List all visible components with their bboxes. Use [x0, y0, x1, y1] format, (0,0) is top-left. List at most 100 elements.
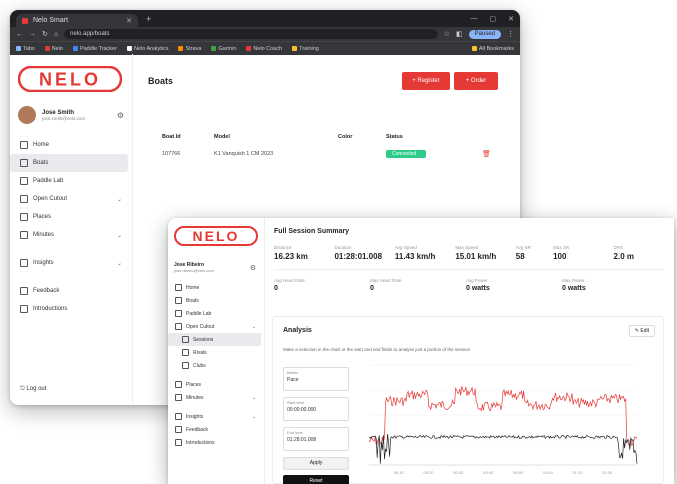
sidebar-item-label: Boats: [186, 297, 199, 304]
delete-icon[interactable]: 🗑: [482, 151, 491, 158]
extensions-icon[interactable]: ◧: [456, 30, 463, 38]
sidebar-item-introductions[interactable]: Introductions: [10, 300, 128, 318]
close-window-icon[interactable]: ✕: [508, 15, 514, 23]
edit-button[interactable]: ✎ Edit: [628, 325, 655, 337]
tab-close-icon[interactable]: ✕: [126, 17, 132, 25]
gear-icon[interactable]: ⚙: [117, 111, 124, 120]
nav-icon: [175, 284, 182, 291]
edit-button-label: Edit: [640, 328, 649, 334]
sidebar-item-sessions[interactable]: Sessions: [168, 333, 261, 346]
sidebar-item-places[interactable]: Places: [168, 378, 261, 391]
bookmark-item[interactable]: Strava: [178, 46, 201, 52]
star-icon[interactable]: ☆: [444, 30, 450, 38]
sidebar-item-paddle-lab[interactable]: Paddle Lab: [10, 172, 128, 190]
sidebar-item-label: Clubs: [193, 362, 206, 369]
stat-card: Max Speed 15.01 km/h: [455, 245, 515, 261]
sidebar-item-boats[interactable]: Boats: [10, 154, 128, 172]
home-nav-icon[interactable]: ⌂: [54, 31, 58, 38]
sidebar-item-label: Minutes: [33, 232, 55, 238]
sidebar-item-insights[interactable]: Insights ⌄: [168, 410, 261, 423]
column-header[interactable]: Status: [386, 130, 482, 144]
logout-link[interactable]: ⎋ Log out: [20, 386, 46, 393]
field-value: 00:00:00.000: [287, 407, 317, 413]
reset-button[interactable]: Reset: [283, 475, 349, 484]
sidebar-item-feedback[interactable]: Feedback: [168, 423, 261, 436]
register-button[interactable]: + Register: [402, 72, 450, 90]
sidebar-item-label: Home: [186, 284, 200, 291]
sidebar-item-rivals[interactable]: Rivals: [168, 346, 261, 359]
column-header[interactable]: Boat Id: [162, 130, 214, 144]
sidebar-item-home[interactable]: Home: [10, 136, 128, 154]
boat-status-cell: Connected: [386, 144, 482, 164]
sidebar-item-label: Feedback: [33, 288, 60, 294]
user-profile[interactable]: Jose Ribeiro jose.ribeiro@nelo.com ⚙: [174, 262, 264, 273]
window-controls: — ▢ ✕: [471, 15, 515, 23]
browser-tab[interactable]: Nelo Smart ✕: [16, 14, 138, 27]
url-field[interactable]: nelo.app/boats: [64, 29, 438, 39]
sidebar-item-clubs[interactable]: Clubs: [168, 359, 261, 372]
bookmark-item[interactable]: Tabs: [16, 46, 35, 52]
sidebar-item-paddle-lab[interactable]: Paddle Lab: [168, 307, 261, 320]
sidebar-item-boats[interactable]: Boats: [168, 294, 261, 307]
x-tick-label: 00:20: [424, 470, 435, 475]
menu-icon[interactable]: ⋮: [507, 30, 514, 38]
sidebar-item-label: Insights: [186, 413, 204, 420]
forward-icon[interactable]: →: [29, 31, 36, 38]
sidebar-item-open-cutout[interactable]: Open Cutout ⌄: [168, 320, 261, 333]
x-tick-label: 00:30: [453, 470, 464, 475]
bookmark-label: Training: [299, 45, 319, 52]
bookmark-item[interactable]: Training: [292, 46, 319, 52]
order-button[interactable]: + Order: [454, 72, 498, 90]
field-value: Pace: [287, 377, 299, 383]
column-header[interactable]: Model: [214, 130, 338, 144]
nelo-logo[interactable]: NELO: [174, 226, 258, 246]
table-row[interactable]: 107766 K1 Vanquish 1 CM 2023 Connected 🗑: [162, 144, 502, 164]
x-tick-label: 00:40: [483, 470, 494, 475]
user-profile[interactable]: Jose Smith jose.smith@nelo.com ⚙: [18, 106, 132, 124]
chevron-down-icon: ⌄: [116, 260, 122, 267]
sidebar-item-feedback[interactable]: Feedback: [10, 282, 128, 300]
nelo-logo[interactable]: NELO: [18, 66, 122, 92]
chevron-down-icon: ⌄: [251, 323, 256, 330]
apply-button[interactable]: Apply: [283, 457, 349, 470]
stat-value: 100: [553, 252, 567, 261]
bookmark-item[interactable]: Paddle Tracker: [72, 45, 117, 52]
boats-table: Boat Id Model Color Status 107766 K1 Van…: [162, 130, 502, 164]
stat-value: 11.43 km/h: [394, 252, 436, 261]
end-time-field[interactable]: End time 01:28:01.008: [283, 427, 349, 451]
sidebar-item-home[interactable]: Home: [168, 281, 261, 294]
browser-titlebar: Nelo Smart ✕ + — ▢ ✕: [10, 10, 520, 27]
reload-icon[interactable]: ↻: [42, 30, 48, 38]
gear-icon[interactable]: ⚙: [250, 264, 256, 272]
column-header[interactable]: Color: [338, 130, 386, 144]
sidebar-item-minutes[interactable]: Minutes ⌄: [10, 226, 128, 244]
sidebar-item-label: Introductions: [186, 439, 215, 446]
stat-card: Max SR 100: [553, 245, 613, 261]
profile-button[interactable]: Paused: [468, 29, 501, 39]
bookmark-label: Paddle Tracker: [79, 45, 117, 52]
sidebar-item-introductions[interactable]: Introductions: [168, 436, 261, 449]
boat-icon: [20, 159, 28, 167]
bookmark-item[interactable]: Nelo Coach: [246, 46, 282, 52]
session-chart[interactable]: 00:10 00:20 00:30 00:40 00:50 01:00 01:10 01:20: [355, 361, 651, 483]
back-icon[interactable]: ←: [16, 31, 23, 38]
sidebar-item-insights[interactable]: Insights ⌄: [10, 254, 128, 272]
stat-value: 0 watts: [466, 285, 490, 292]
sidebar-item-places[interactable]: Places: [10, 208, 128, 226]
stat-card: Max Power 0 watts: [562, 278, 658, 292]
bookmark-item[interactable]: Nelo: [44, 46, 63, 52]
sidebar-item-open-cutout[interactable]: Open Cutout ⌄: [10, 190, 128, 208]
new-tab-icon[interactable]: +: [146, 14, 151, 24]
boat-model-cell: K1 Vanquish 1 CM 2023: [214, 151, 274, 157]
maximize-icon[interactable]: ▢: [490, 15, 497, 23]
bookmark-item[interactable]: All Bookmarks: [471, 46, 514, 52]
chevron-down-icon: ⌄: [251, 413, 256, 420]
status-badge: Connected: [386, 150, 426, 158]
bookmark-item[interactable]: Garmin: [211, 46, 236, 52]
bookmark-item[interactable]: Nelo Analytics: [126, 46, 168, 52]
minimize-icon[interactable]: —: [471, 15, 478, 23]
metric-select[interactable]: Metric Pace: [283, 367, 349, 391]
logo-text: NELO: [39, 70, 101, 90]
sidebar-item-minutes[interactable]: Minutes ⌄: [168, 391, 261, 404]
start-time-field[interactable]: Start time 00:00:00.000: [283, 397, 349, 421]
